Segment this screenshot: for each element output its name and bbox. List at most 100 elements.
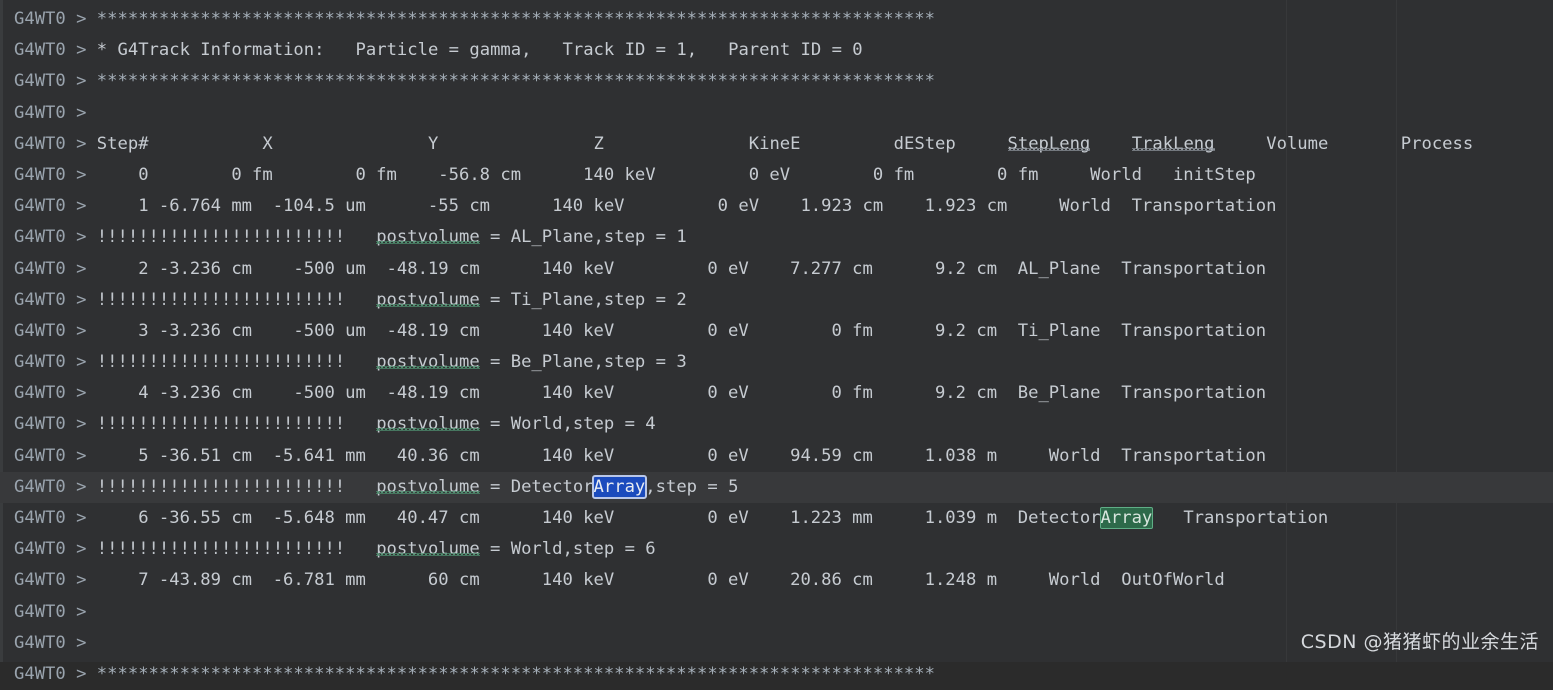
bang-rule: !!!!!!!!!!!!!!!!!!!!!!!! bbox=[96, 539, 346, 560]
postvolume-step: ,step = 1 bbox=[593, 227, 687, 248]
postvolume-line[interactable]: G4WT0 > !!!!!!!!!!!!!!!!!!!!!!!! postvol… bbox=[0, 347, 1553, 378]
table-row[interactable]: G4WT0 > 3 -3.236 cm -500 um -48.19 cm 14… bbox=[0, 316, 1553, 347]
step-row-values: 0 0 fm 0 fm -56.8 cm 140 keV 0 eV 0 fm 0… bbox=[96, 164, 1256, 185]
watermark: CSDN @猪猪虾的业余生活 bbox=[1300, 631, 1539, 653]
postvolume-value-prefix: Detector bbox=[510, 476, 594, 497]
postvolume-line[interactable]: G4WT0 > !!!!!!!!!!!!!!!!!!!!!!!! postvol… bbox=[0, 534, 1553, 565]
log-prefix: G4WT0 > bbox=[14, 289, 97, 310]
col-header-step: Step# bbox=[96, 133, 149, 154]
table-row[interactable]: G4WT0 > 0 0 fm 0 fm -56.8 cm 140 keV 0 e… bbox=[0, 160, 1553, 191]
log-prefix: G4WT0 > bbox=[14, 632, 97, 653]
log-line[interactable]: G4WT0 > ********************************… bbox=[0, 4, 1553, 35]
col-header-kinee: KineE bbox=[748, 133, 801, 154]
postvolume-line-selected[interactable]: G4WT0 > !!!!!!!!!!!!!!!!!!!!!!!! postvol… bbox=[0, 471, 1553, 503]
log-prefix: G4WT0 > bbox=[14, 164, 97, 185]
star-rule: ****************************************… bbox=[96, 9, 935, 29]
log-line-blank[interactable]: G4WT0 > bbox=[0, 98, 1553, 129]
step-row-values: 7 -43.89 cm -6.781 mm 60 cm 140 keV 0 eV… bbox=[96, 570, 1225, 591]
equals: = bbox=[479, 539, 511, 560]
log-line[interactable]: G4WT0 > ********************************… bbox=[0, 66, 1553, 97]
postvolume-step: ,step = 4 bbox=[562, 414, 656, 435]
spacer: = bbox=[645, 40, 677, 61]
log-prefix: G4WT0 > bbox=[14, 196, 97, 217]
log-prefix: G4WT0 > bbox=[14, 40, 97, 61]
bang-rule: !!!!!!!!!!!!!!!!!!!!!!!! bbox=[96, 227, 346, 248]
log-line[interactable]: G4WT0 > ********************************… bbox=[0, 659, 1553, 690]
table-row[interactable]: G4WT0 > 5 -36.51 cm -5.641 mm 40.36 cm 1… bbox=[0, 441, 1553, 472]
parent-id-value: 0 bbox=[852, 40, 863, 61]
star-rule: ****************************************… bbox=[96, 71, 935, 92]
col-header-x: X bbox=[262, 133, 273, 154]
log-line-blank[interactable]: G4WT0 > bbox=[0, 597, 1553, 628]
postvolume-keyword: postvolume bbox=[376, 414, 480, 435]
postvolume-line[interactable]: G4WT0 > !!!!!!!!!!!!!!!!!!!!!!!! postvol… bbox=[0, 285, 1553, 316]
track-id-label: Track ID bbox=[562, 40, 646, 61]
log-line-track-info[interactable]: G4WT0 > * G4Track Information: Particle … bbox=[0, 35, 1553, 66]
postvolume-step: ,step = 5 bbox=[645, 476, 739, 497]
log-prefix: G4WT0 > bbox=[14, 71, 97, 92]
bang-rule: !!!!!!!!!!!!!!!!!!!!!!!! bbox=[96, 289, 346, 310]
bang-rule: !!!!!!!!!!!!!!!!!!!!!!!! bbox=[96, 476, 346, 497]
particle-label: Particle bbox=[355, 40, 439, 61]
particle-value: gamma, bbox=[469, 40, 532, 61]
equals: = bbox=[479, 289, 511, 310]
step-row-values: 1 -6.764 mm -104.5 um -55 cm 140 keV 0 e… bbox=[96, 196, 1277, 217]
log-prefix: G4WT0 > bbox=[14, 227, 97, 248]
postvolume-line[interactable]: G4WT0 > !!!!!!!!!!!!!!!!!!!!!!!! postvol… bbox=[0, 409, 1553, 440]
log-prefix: G4WT0 > bbox=[14, 476, 97, 497]
postvolume-step: ,step = 6 bbox=[562, 539, 656, 560]
log-prefix: G4WT0 > bbox=[14, 320, 97, 341]
log-prefix: G4WT0 > bbox=[14, 133, 97, 154]
col-header-z: Z bbox=[593, 133, 604, 154]
table-row[interactable]: G4WT0 > 1 -6.764 mm -104.5 um -55 cm 140… bbox=[0, 191, 1553, 222]
postvolume-line[interactable]: G4WT0 > !!!!!!!!!!!!!!!!!!!!!!!! postvol… bbox=[0, 222, 1553, 253]
bang-rule: !!!!!!!!!!!!!!!!!!!!!!!! bbox=[96, 352, 346, 373]
equals: = bbox=[479, 227, 511, 248]
step-row-process: Transportation bbox=[1152, 508, 1329, 528]
console-output-pane[interactable]: G4WT0 > ********************************… bbox=[0, 0, 1553, 684]
banner-star: * bbox=[96, 40, 108, 61]
col-header-trakleng: TrakLeng bbox=[1131, 133, 1215, 154]
log-prefix: G4WT0 > bbox=[14, 258, 97, 279]
step-row-values: 3 -3.236 cm -500 um -48.19 cm 140 keV 0 … bbox=[96, 320, 1267, 341]
table-row[interactable]: G4WT0 > 7 -43.89 cm -6.781 mm 60 cm 140 … bbox=[0, 565, 1553, 596]
table-row[interactable]: G4WT0 > 2 -3.236 cm -500 um -48.19 cm 14… bbox=[0, 254, 1553, 285]
log-prefix: G4WT0 > bbox=[14, 102, 97, 123]
step-row-values: 4 -3.236 cm -500 um -48.19 cm 140 keV 0 … bbox=[96, 383, 1267, 404]
log-prefix: G4WT0 > bbox=[14, 352, 97, 373]
step-row-values: 2 -3.236 cm -500 um -48.19 cm 140 keV 0 … bbox=[96, 258, 1267, 279]
match-highlight-array[interactable]: Array bbox=[1099, 507, 1154, 529]
log-prefix: G4WT0 > bbox=[14, 383, 97, 404]
postvolume-value: Be_Plane bbox=[510, 352, 594, 373]
log-prefix: G4WT0 > bbox=[14, 9, 97, 29]
postvolume-value: AL_Plane bbox=[510, 227, 594, 248]
postvolume-keyword: postvolume bbox=[376, 476, 480, 497]
step-row-values: 5 -36.51 cm -5.641 mm 40.36 cm 140 keV 0… bbox=[96, 445, 1267, 466]
table-row[interactable]: G4WT0 > 6 -36.55 cm -5.648 mm 40.47 cm 1… bbox=[0, 503, 1553, 534]
postvolume-step: ,step = 3 bbox=[593, 352, 687, 373]
bang-rule: !!!!!!!!!!!!!!!!!!!!!!!! bbox=[96, 414, 346, 435]
table-header-row[interactable]: G4WT0 > Step# X Y Z KineE dEStep StepLen… bbox=[0, 129, 1553, 160]
col-header-destep: dEStep bbox=[893, 133, 956, 154]
selected-text-array[interactable]: Array bbox=[591, 474, 648, 499]
log-prefix: G4WT0 > bbox=[14, 445, 97, 466]
equals: = bbox=[479, 414, 511, 435]
track-info-label: G4Track Information: bbox=[117, 40, 325, 61]
step-row-values-prefix: 6 -36.55 cm -5.648 mm 40.47 cm 140 keV 0… bbox=[96, 508, 1101, 528]
equals: = bbox=[479, 352, 511, 373]
log-prefix: G4WT0 > bbox=[14, 539, 97, 560]
table-row[interactable]: G4WT0 > 4 -3.236 cm -500 um -48.19 cm 14… bbox=[0, 378, 1553, 409]
postvolume-keyword: postvolume bbox=[376, 539, 480, 560]
